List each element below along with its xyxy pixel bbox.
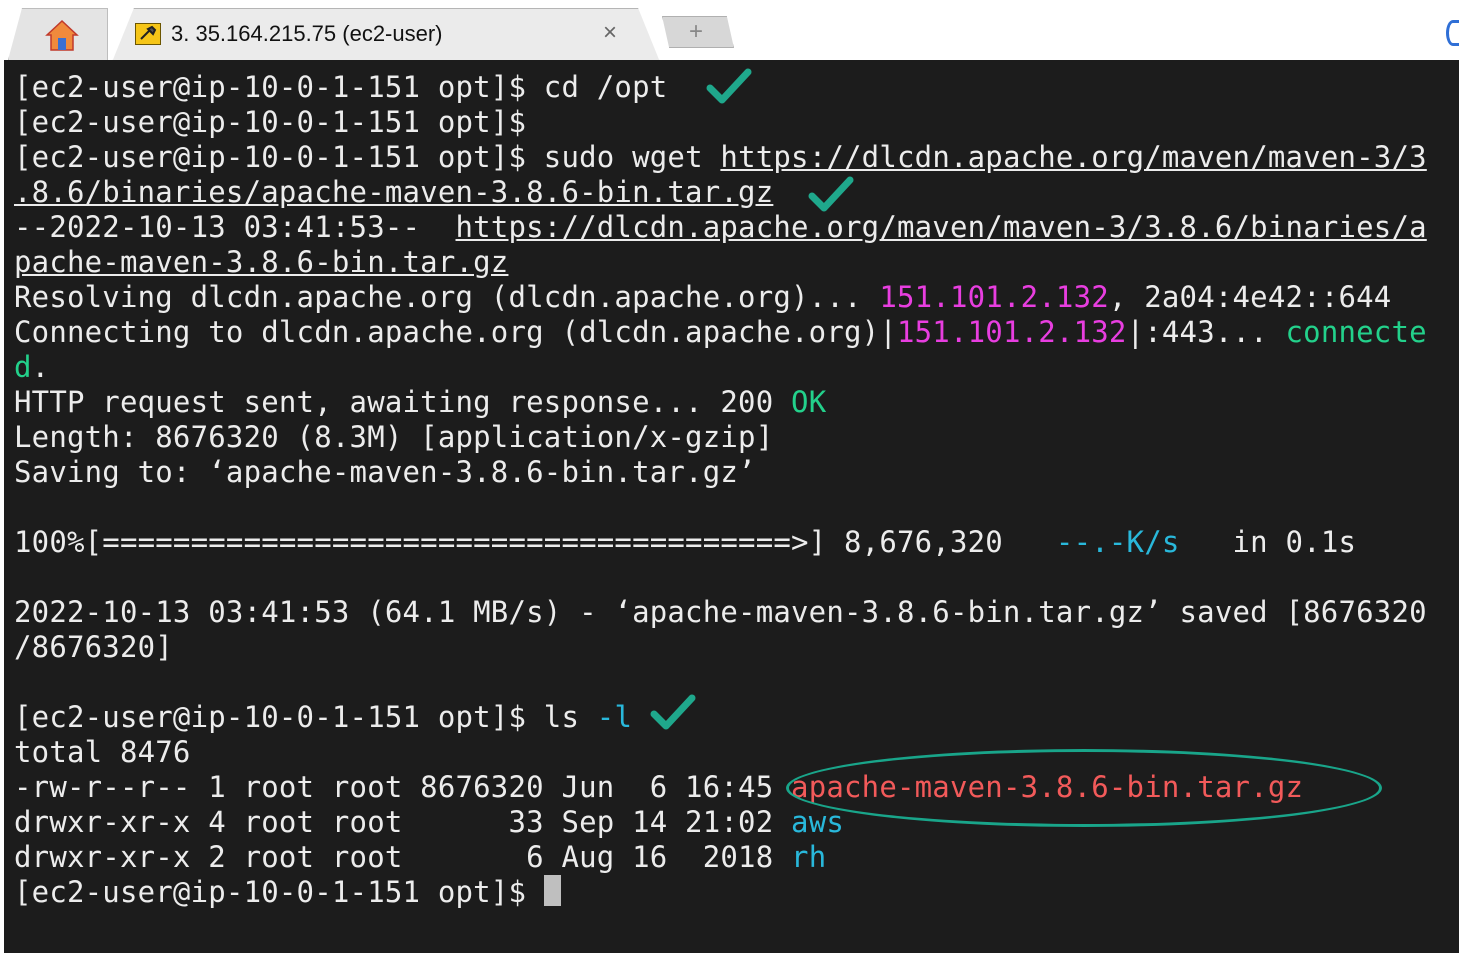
terminal-line: Length: 8676320 (8.3M) [application/x-gz… — [14, 420, 774, 454]
home-tab[interactable] — [8, 8, 108, 60]
terminal-line: 2022-10-13 03:41:53 (64.1 MB/s) - ‘apach… — [14, 595, 1427, 629]
app-corner-icon — [1446, 20, 1459, 46]
progress-line: 100%[===================================… — [14, 525, 1357, 559]
terminal-line: Resolving dlcdn.apache.org (dlcdn.apache… — [14, 280, 1392, 314]
download-url[interactable]: https://dlcdn.apache.org/maven/maven-3/3 — [720, 140, 1426, 174]
terminal-line: HTTP request sent, awaiting response... … — [14, 385, 827, 419]
terminal-key-icon — [135, 23, 161, 45]
terminal-line: [ec2-user@ip-10-0-1-151 opt]$ ls -l — [14, 700, 1427, 735]
terminal-line: --2022-10-13 03:41:53-- https://dlcdn.ap… — [14, 210, 1427, 244]
terminal-line: d. — [14, 350, 50, 384]
prompt: [ec2-user@ip-10-0-1-151 opt]$ — [14, 105, 544, 139]
terminal-line: [ec2-user@ip-10-0-1-151 opt]$ sudo wget … — [14, 140, 1427, 175]
ip-address: 151.101.2.132 — [879, 280, 1109, 314]
terminal-line: pache-maven-3.8.6-bin.tar.gz — [14, 245, 1427, 280]
command: sudo wget — [543, 140, 721, 174]
close-tab-icon[interactable]: × — [603, 19, 617, 47]
prompt: [ec2-user@ip-10-0-1-151 opt]$ — [14, 875, 544, 909]
highlight-ellipse — [786, 749, 1382, 827]
plus-icon: + — [689, 18, 704, 45]
terminal-line: Saving to: ‘apache-maven-3.8.6-bin.tar.g… — [14, 455, 756, 489]
house-icon — [45, 19, 79, 51]
command: cd /opt — [543, 70, 668, 104]
directory-name: rh — [791, 840, 827, 874]
terminal-line: [ec2-user@ip-10-0-1-151 opt]$ — [14, 875, 1427, 910]
http-ok-status: OK — [791, 385, 827, 419]
terminal-line: /8676320] — [14, 630, 173, 664]
prompt: [ec2-user@ip-10-0-1-151 opt]$ — [14, 700, 544, 734]
ip-address: 151.101.2.132 — [896, 315, 1127, 349]
terminal-line: .8.6/binaries/apache-maven-3.8.6-bin.tar… — [14, 175, 1427, 210]
terminal-line: Connecting to dlcdn.apache.org (dlcdn.ap… — [14, 315, 1427, 349]
prompt: [ec2-user@ip-10-0-1-151 opt]$ — [14, 70, 544, 104]
download-url[interactable]: pache-maven-3.8.6-bin.tar.gz — [14, 245, 508, 279]
command-flag: -l — [596, 700, 633, 734]
tab-bar: 3. 35.164.215.75 (ec2-user) × + — [0, 0, 1459, 62]
checkmark-icon — [706, 68, 752, 104]
checkmark-icon — [808, 176, 854, 212]
download-url[interactable]: https://dlcdn.apache.org/maven/maven-3/3… — [456, 210, 1427, 244]
command: ls — [543, 700, 597, 734]
connected-status: connecte — [1285, 315, 1427, 349]
download-url[interactable]: .8.6/binaries/apache-maven-3.8.6-bin.tar… — [14, 175, 773, 209]
terminal-window[interactable]: [ec2-user@ip-10-0-1-151 opt]$ cd /opt [e… — [4, 60, 1459, 953]
text-cursor[interactable] — [543, 875, 561, 906]
transfer-rate: --.-K/s — [1055, 525, 1180, 559]
prompt: [ec2-user@ip-10-0-1-151 opt]$ — [14, 140, 544, 174]
tab-title: 3. 35.164.215.75 (ec2-user) — [171, 21, 443, 46]
new-tab-button[interactable]: + — [662, 16, 734, 48]
terminal-line: [ec2-user@ip-10-0-1-151 opt]$ — [14, 105, 1427, 140]
connected-status: d — [14, 350, 32, 384]
listing-row: drwxr-xr-x 2 root root 6 Aug 16 2018 rh — [14, 840, 827, 874]
checkmark-icon — [650, 694, 696, 730]
session-tab[interactable]: 3. 35.164.215.75 (ec2-user) × — [112, 8, 660, 62]
directory-name: aws — [791, 805, 845, 839]
